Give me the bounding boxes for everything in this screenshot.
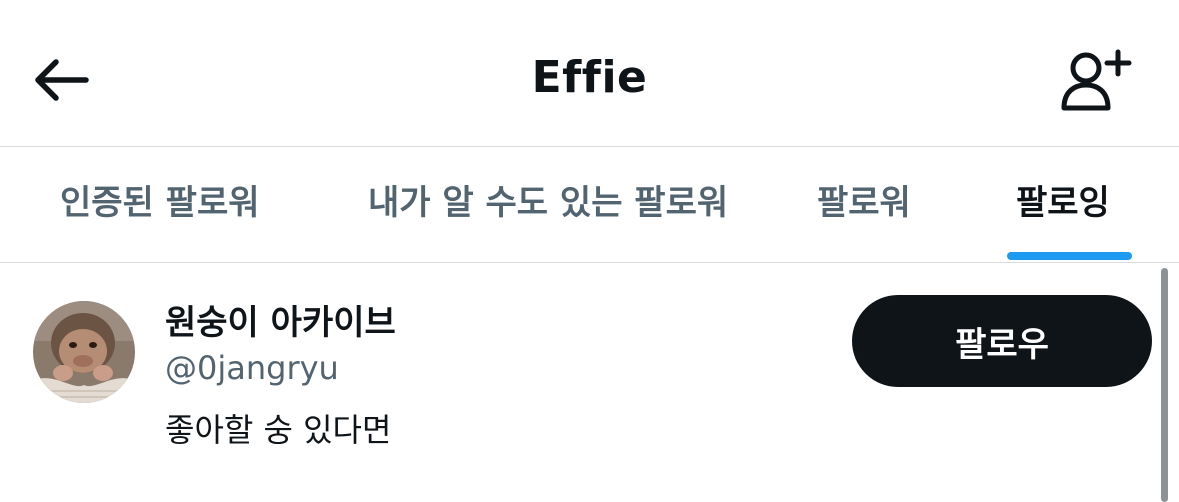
list-item[interactable]: 원숭이 아카이브 @0jangryu 좋아할 숭 있다면 팔로우 — [0, 263, 1160, 502]
tab-verified-followers[interactable]: 인증된 팔로워 — [30, 147, 300, 262]
page-title: Effie — [531, 52, 648, 103]
user-display-name[interactable]: 원숭이 아카이브 — [165, 295, 396, 344]
tab-bar: 인증된 팔로워 내가 알 수도 있는 팔로워 팔로워 팔로잉 — [0, 147, 1179, 262]
tab-label: 팔로워 — [817, 183, 911, 223]
scrollbar[interactable] — [1161, 268, 1168, 502]
avatar[interactable] — [33, 301, 135, 403]
tab-label: 팔로잉 — [1016, 183, 1110, 223]
user-bio: 좋아할 숭 있다면 — [165, 411, 392, 449]
tab-followers-you-know[interactable]: 내가 알 수도 있는 팔로워 — [340, 147, 770, 262]
add-user-button[interactable] — [1056, 46, 1136, 114]
tab-following[interactable]: 팔로잉 — [990, 147, 1150, 262]
user-handle: @0jangryu — [165, 349, 339, 387]
tab-label: 내가 알 수도 있는 팔로워 — [368, 183, 729, 223]
monkey-avatar — [33, 301, 135, 403]
person-plus-icon — [1061, 49, 1132, 111]
tab-label: 인증된 팔로워 — [60, 183, 260, 223]
tab-followers[interactable]: 팔로워 — [790, 147, 950, 262]
top-bar: Effie — [0, 0, 1179, 146]
active-tab-indicator — [1007, 252, 1132, 260]
follow-button[interactable]: 팔로우 — [852, 295, 1152, 387]
